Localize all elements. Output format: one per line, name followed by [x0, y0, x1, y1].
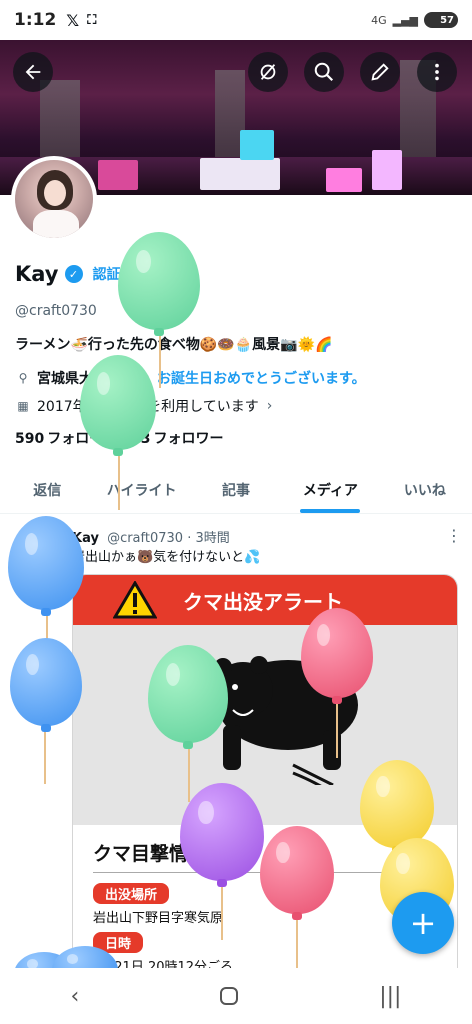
balloon-decoration: [360, 760, 434, 854]
balloon-decoration: [80, 355, 156, 456]
nav-back-icon[interactable]: ‹: [70, 984, 79, 1009]
balloon-decoration: [301, 608, 373, 704]
post-more-icon[interactable]: ⋮: [446, 526, 462, 545]
display-name: Kay: [15, 262, 59, 286]
place-value: 岩出山下野目字寒気原: [93, 911, 224, 926]
followers-label: フォロワー: [153, 431, 224, 447]
nav-recents-icon[interactable]: |||: [379, 984, 401, 1009]
following-count: 590: [15, 431, 45, 447]
status-bar: 1:12 𝕏 ⛶ 4G ▂▄▆ 57: [0, 0, 472, 40]
tab-likes[interactable]: いいね: [378, 466, 472, 513]
tab-highlights[interactable]: ハイライト: [94, 466, 188, 513]
slash-circle-icon: [260, 64, 276, 80]
profile-meta-row: ⚲ 宮城県大崎市 ◯ お誕生日おめでとうございます。: [15, 368, 366, 388]
post-header: Kay @craft0730 · 3時間: [72, 527, 230, 546]
avatar[interactable]: [11, 156, 97, 242]
alert-title: クマ出没アラート: [183, 589, 343, 614]
place-label: 出没場所: [93, 883, 170, 904]
battery-level: 57: [440, 14, 454, 26]
status-notification-icons: 𝕏 ⛶: [66, 11, 96, 30]
nav-home-icon[interactable]: [220, 987, 239, 1005]
post-time: · 3時間: [187, 531, 230, 546]
warning-icon: [113, 581, 157, 619]
back-button[interactable]: [13, 52, 53, 92]
status-right: 4G ▂▄▆ 57: [371, 12, 458, 28]
tab-replies[interactable]: 返信: [0, 466, 94, 513]
profile-handle: @craft0730: [15, 303, 97, 319]
status-time: 1:12: [14, 10, 57, 30]
grok-button[interactable]: [248, 52, 288, 92]
post-handle: @craft0730: [107, 531, 184, 546]
alert-header: クマ出没アラート: [73, 575, 457, 625]
balloon-decoration: [10, 638, 82, 732]
search-button[interactable]: [304, 52, 344, 92]
pencil-icon: [371, 63, 389, 81]
network-label: 4G: [371, 13, 387, 27]
balloon-decoration: [180, 783, 264, 887]
tab-media[interactable]: メディア: [283, 466, 377, 513]
more-vertical-icon: [435, 63, 439, 81]
search-icon: [314, 62, 334, 82]
x-logo-icon: 𝕏: [66, 10, 80, 30]
post-text: 岩出山かぁ🐻気を付けないと💦: [72, 550, 261, 565]
balloon-decoration: [260, 826, 334, 920]
compose-button[interactable]: +: [392, 892, 454, 954]
more-button[interactable]: [417, 52, 457, 92]
profile-bio: ラーメン🍜行った先の食べ物🍪🍩🧁風景📷🌞🌈: [15, 337, 333, 353]
location-icon: ⚲: [18, 371, 28, 385]
balloon-decoration: [148, 645, 228, 749]
calendar-icon: ▦: [17, 399, 29, 413]
verified-badge-icon: ✓: [64, 265, 83, 283]
chevron-right-icon: ›: [266, 398, 273, 414]
battery-icon: 57: [424, 12, 458, 28]
tab-articles[interactable]: 記事: [189, 466, 283, 513]
screenshot-icon: ⛶: [87, 12, 97, 28]
signal-icon: ▂▄▆: [392, 13, 418, 27]
plus-icon: +: [409, 904, 437, 942]
arrow-left-icon: [25, 64, 41, 80]
balloon-decoration: [8, 516, 84, 616]
birthday-message[interactable]: お誕生日おめでとうございます。: [157, 368, 366, 388]
system-navigation: ‹ |||: [0, 968, 472, 1024]
profile-tabs: 返信 ハイライト 記事 メディア いいね: [0, 466, 472, 514]
balloon-decoration: [118, 232, 200, 336]
edit-button[interactable]: [360, 52, 400, 92]
